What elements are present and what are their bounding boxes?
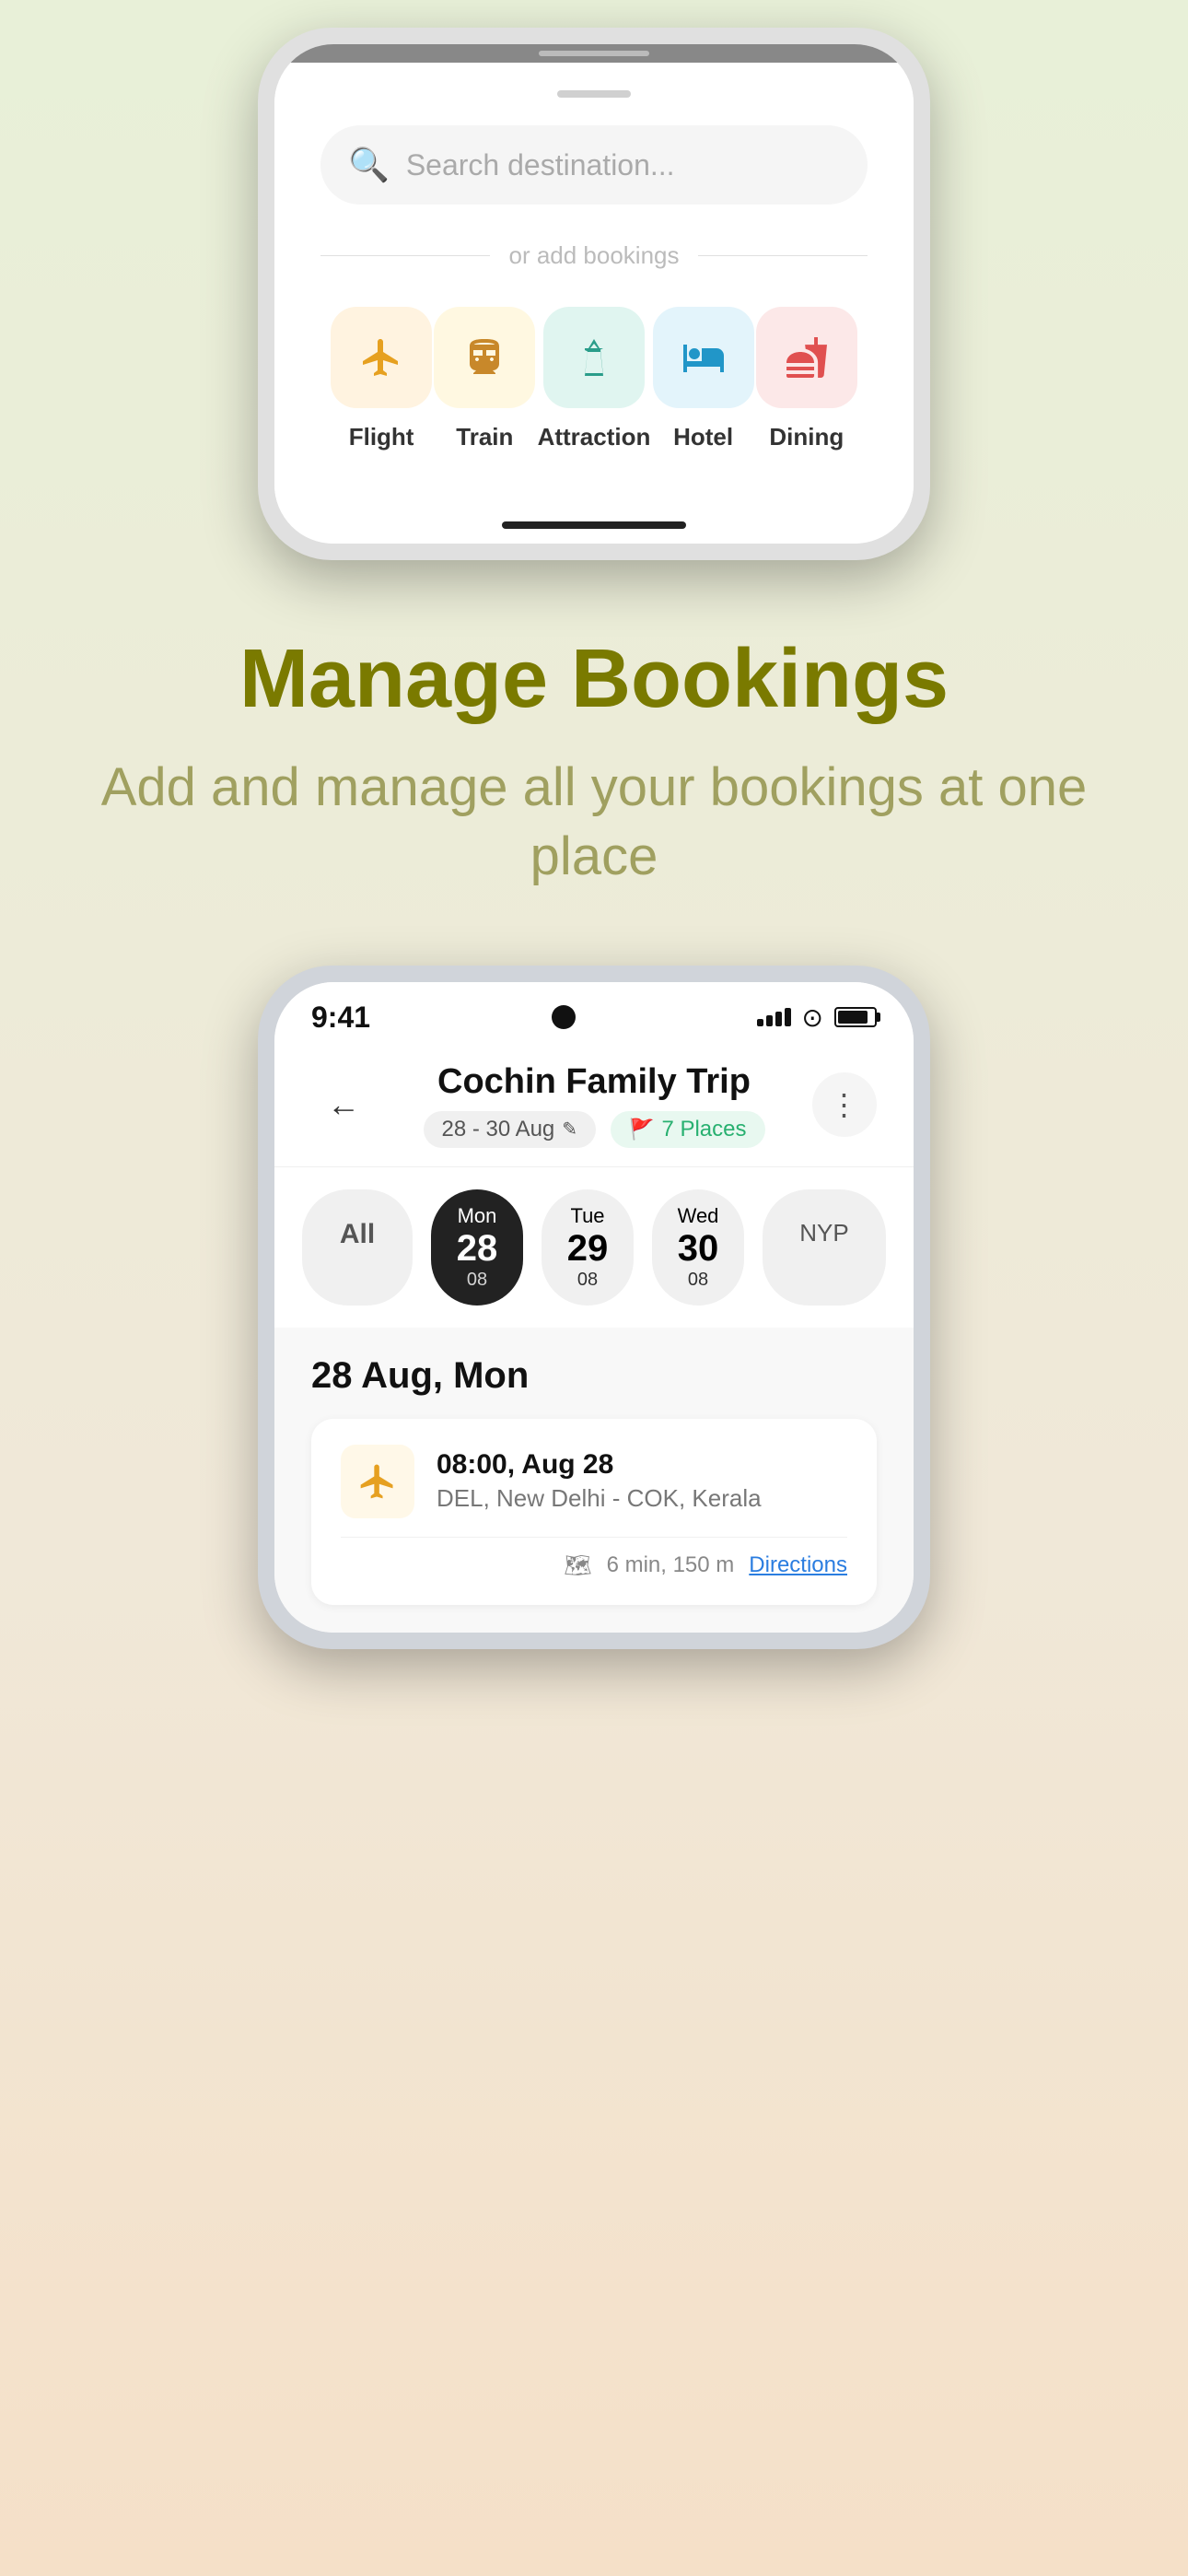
camera-notch: [552, 1005, 576, 1029]
drag-handle: [539, 51, 649, 56]
battery-icon: [834, 1007, 877, 1027]
phone-frame-2: 9:41 ⊙ ← Cochin Family Trip: [258, 966, 930, 1649]
app-header: ← Cochin Family Trip 28 - 30 Aug ✎ 🚩 7 P…: [274, 1044, 914, 1167]
train-icon-circle: [434, 307, 535, 408]
date-range-text: 28 - 30 Aug: [442, 1117, 555, 1142]
or-line-right: [698, 255, 868, 256]
home-bar: [502, 521, 686, 529]
or-line-left: [320, 255, 490, 256]
places-badge[interactable]: 🚩 7 Places: [611, 1111, 764, 1148]
back-button[interactable]: ←: [311, 1072, 376, 1137]
date-range-badge[interactable]: 28 - 30 Aug ✎: [424, 1111, 597, 1148]
train-label: Train: [456, 423, 513, 451]
attraction-icon: [572, 335, 616, 380]
day-tue-name: Tue: [570, 1204, 604, 1228]
day-selector: All Mon 28 08 Tue 29 08 Wed 30 08 NYP: [274, 1167, 914, 1328]
booking-card-top: 08:00, Aug 28 DEL, New Delhi - COK, Kera…: [341, 1445, 847, 1518]
flight-svg: [357, 1461, 398, 1502]
flight-icon-circle: [331, 307, 432, 408]
phone-top-bar: [274, 44, 914, 63]
header-center: Cochin Family Trip 28 - 30 Aug ✎ 🚩 7 Pla…: [424, 1062, 765, 1148]
sheet-handle: [557, 90, 631, 98]
places-count: 7 Places: [661, 1117, 746, 1142]
booking-footer: 🗺 6 min, 150 m Directions: [341, 1537, 847, 1579]
day-tue-month: 08: [577, 1270, 598, 1291]
phone-screen-2: 9:41 ⊙ ← Cochin Family Trip: [274, 982, 914, 1633]
attraction-label: Attraction: [538, 423, 651, 451]
booking-item-train[interactable]: Train: [434, 307, 535, 451]
or-text: or add bookings: [508, 241, 679, 270]
booking-item-attraction[interactable]: Attraction: [538, 307, 651, 451]
day-all[interactable]: All: [302, 1189, 413, 1306]
more-button[interactable]: ⋮: [812, 1072, 877, 1137]
attraction-icon-circle: [543, 307, 645, 408]
day-mon-number: 28: [457, 1228, 498, 1270]
directions-link[interactable]: Directions: [749, 1552, 847, 1578]
dining-label: Dining: [769, 423, 844, 451]
day-content: 28 Aug, Mon 08:00, Aug 28 DEL, New Delhi…: [274, 1328, 914, 1633]
search-bar[interactable]: 🔍 Search destination...: [320, 125, 868, 205]
flight-label: Flight: [349, 423, 414, 451]
hotel-icon-circle: [653, 307, 754, 408]
edit-icon: ✎: [562, 1118, 577, 1141]
middle-text-section: Manage Bookings Add and manage all your …: [0, 560, 1188, 966]
wifi-icon: ⊙: [802, 1002, 823, 1033]
flight-icon: [359, 335, 403, 380]
booking-item-hotel[interactable]: Hotel: [653, 307, 754, 451]
day-mon-name: Mon: [458, 1204, 497, 1228]
all-label: All: [318, 1204, 397, 1265]
hotel-label: Hotel: [673, 423, 733, 451]
home-indicator: [274, 507, 914, 544]
hotel-icon: [681, 335, 726, 380]
flag-icon: 🚩: [629, 1118, 654, 1142]
day-mon-28[interactable]: Mon 28 08: [431, 1189, 523, 1306]
day-wed-month: 08: [688, 1270, 708, 1291]
booking-item-dining[interactable]: Dining: [756, 307, 857, 451]
booking-card-flight[interactable]: 08:00, Aug 28 DEL, New Delhi - COK, Kera…: [311, 1419, 877, 1605]
booking-details: 08:00, Aug 28 DEL, New Delhi - COK, Kera…: [437, 1449, 847, 1513]
day-wed-name: Wed: [678, 1204, 719, 1228]
day-wed-30[interactable]: Wed 30 08: [652, 1189, 744, 1306]
phone-frame-1: 🔍 Search destination... or add bookings: [258, 28, 930, 560]
bottom-sheet: 🔍 Search destination... or add bookings: [274, 63, 914, 507]
main-heading: Manage Bookings: [55, 634, 1133, 725]
day-nyp[interactable]: NYP: [763, 1189, 886, 1306]
day-mon-month: 08: [467, 1270, 487, 1291]
signal-bars-icon: [757, 1008, 791, 1026]
trip-meta: 28 - 30 Aug ✎ 🚩 7 Places: [424, 1111, 765, 1148]
map-icon: 🗺: [564, 1552, 591, 1579]
status-bar: 9:41 ⊙: [274, 982, 914, 1044]
day-wed-number: 30: [678, 1228, 719, 1270]
booking-time: 08:00, Aug 28: [437, 1449, 847, 1481]
booking-route: DEL, New Delhi - COK, Kerala: [437, 1484, 847, 1513]
booking-item-flight[interactable]: Flight: [331, 307, 432, 451]
distance-text: 6 min, 150 m: [607, 1552, 735, 1578]
booking-icons-grid: Flight Train Att: [320, 307, 868, 451]
train-icon: [462, 335, 507, 380]
nyp-label: NYP: [777, 1204, 870, 1262]
day-date-header: 28 Aug, Mon: [311, 1355, 877, 1397]
dining-icon: [785, 335, 829, 380]
search-placeholder: Search destination...: [406, 148, 675, 182]
status-time: 9:41: [311, 1001, 370, 1035]
sub-heading: Add and manage all your bookings at one …: [55, 753, 1133, 892]
or-divider: or add bookings: [320, 241, 868, 270]
search-icon: 🔍: [348, 146, 390, 184]
day-tue-number: 29: [567, 1228, 609, 1270]
trip-title: Cochin Family Trip: [437, 1062, 751, 1102]
dining-icon-circle: [756, 307, 857, 408]
status-icons: ⊙: [757, 1002, 877, 1033]
day-tue-29[interactable]: Tue 29 08: [542, 1189, 634, 1306]
booking-flight-icon: [341, 1445, 414, 1518]
phone-screen-1: 🔍 Search destination... or add bookings: [274, 44, 914, 544]
